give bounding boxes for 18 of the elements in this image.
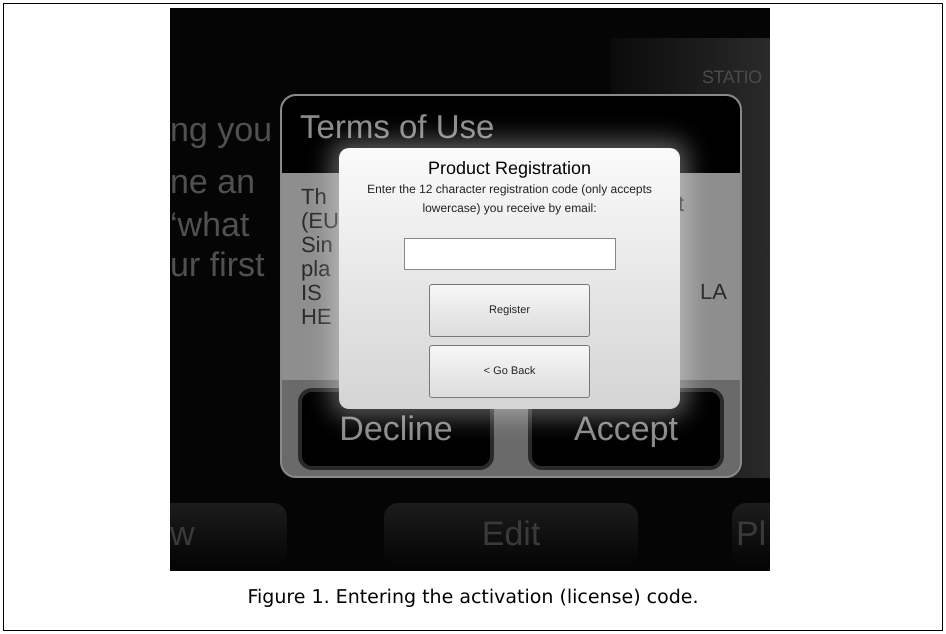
terms-text: IS [301, 282, 322, 304]
registration-title: Product Registration [428, 157, 592, 179]
terms-text: HE [301, 306, 332, 328]
dialog-title: Terms of Use [300, 108, 494, 145]
background-text: ur first [170, 248, 264, 282]
code-input-field[interactable] [404, 238, 616, 270]
terms-text: Th [301, 186, 327, 208]
terms-text: Sin [301, 234, 333, 256]
registration-button[interactable]: < Go Back [429, 345, 590, 398]
figure-caption: Figure 1. Entering the activation (license) code. [247, 585, 699, 610]
background-text: ‘what [170, 208, 250, 242]
terms-text: pla [301, 258, 330, 280]
background-text: ne an [170, 165, 256, 199]
registration-instructions: Enter the 12 character registration code (only accepts lowercase) you receive by email: [366, 181, 653, 217]
background-text: ng you [170, 113, 272, 147]
registration-button[interactable]: Register [429, 284, 590, 337]
terms-text: (EU [301, 210, 339, 232]
terms-text: LA [700, 281, 727, 303]
